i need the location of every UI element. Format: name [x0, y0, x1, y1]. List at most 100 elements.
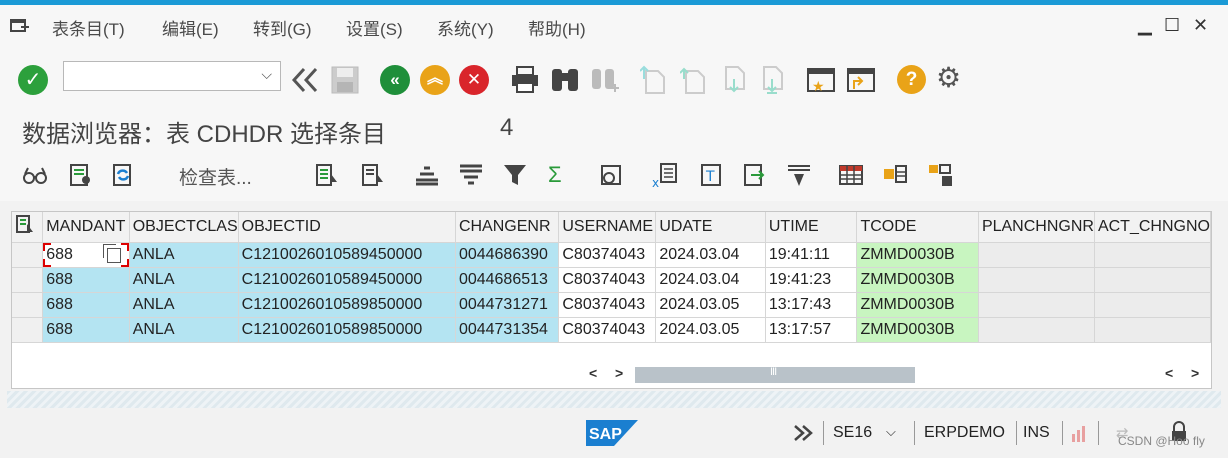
find-icon[interactable] [549, 65, 581, 95]
expand-status-icon[interactable] [792, 423, 814, 443]
print-icon[interactable] [509, 65, 541, 95]
splitter-bar[interactable] [7, 391, 1221, 408]
abc-analysis-icon[interactable] [786, 162, 812, 188]
command-field[interactable]: ⌵ [63, 61, 281, 91]
word-export-icon[interactable]: T [698, 162, 724, 188]
cell-objectid[interactable]: C1210026010589850000 [238, 292, 456, 318]
column-header-username[interactable]: USERNAME [558, 212, 657, 243]
glasses-icon[interactable] [22, 162, 48, 188]
cell-objectid[interactable]: C1210026010589850000 [238, 317, 456, 343]
sort-descending-icon[interactable] [458, 162, 484, 188]
print-preview-icon[interactable] [598, 162, 624, 188]
column-header-objectid[interactable]: OBJECTID [238, 212, 456, 243]
menu-help[interactable]: 帮助(H) [528, 15, 586, 40]
cell-planchngnr[interactable] [978, 292, 1095, 318]
cell-udate[interactable]: 2024.03.05 [655, 317, 766, 343]
scroll-left-button[interactable]: < [589, 365, 597, 381]
menu-system[interactable]: 系统(Y) [437, 15, 494, 40]
cell-mandant[interactable]: 688 [42, 317, 130, 343]
cell-tcode[interactable]: ZMMD0030B [856, 292, 979, 318]
cell-mandant[interactable]: 688 [42, 292, 130, 318]
help-icon[interactable]: ? [897, 65, 926, 94]
settings-icon[interactable]: ⚙ [936, 63, 961, 93]
cell-planchngnr[interactable] [978, 267, 1095, 293]
first-page-icon[interactable] [640, 65, 668, 95]
cell-udate[interactable]: 2024.03.04 [655, 267, 766, 293]
cell-utime[interactable]: 13:17:43 [765, 292, 858, 318]
create-session-icon[interactable]: ★ [806, 65, 836, 95]
cell-objectid[interactable]: C1210026010589450000 [238, 267, 456, 293]
cell-username[interactable]: C80374043 [558, 292, 657, 318]
find-next-icon[interactable] [589, 65, 621, 95]
cell-tcode[interactable]: ZMMD0030B [856, 242, 979, 268]
scroll-column-left-button[interactable]: < [1165, 365, 1173, 381]
back-double-icon[interactable] [290, 65, 322, 95]
cell-utime[interactable]: 19:41:11 [765, 242, 858, 268]
row-selector[interactable] [12, 317, 44, 343]
cell-mandant[interactable]: 688 [42, 242, 130, 268]
insert-mode[interactable]: INS [1023, 424, 1050, 442]
cell-tcode[interactable]: ZMMD0030B [856, 317, 979, 343]
scroll-column-right-button[interactable]: > [1191, 365, 1199, 381]
cell-utime[interactable]: 19:41:23 [765, 267, 858, 293]
cell-act-chngno[interactable] [1094, 292, 1212, 318]
table-row[interactable]: 688 ANLA C1210026010589450000 0044686513… [12, 267, 1212, 293]
check-table-button[interactable]: 检查表... [179, 163, 252, 190]
table-row[interactable]: 688 ANLA C1210026010589850000 0044731271… [12, 292, 1212, 318]
cell-username[interactable]: C80374043 [558, 242, 657, 268]
scroll-thumb[interactable]: III [635, 366, 915, 383]
menu-settings[interactable]: 设置(S) [346, 15, 403, 40]
column-header-utime[interactable]: UTIME [765, 212, 858, 243]
select-all-cell[interactable] [12, 212, 44, 243]
layout-menu-icon[interactable] [15, 214, 35, 234]
menu-goto[interactable]: 转到(G) [253, 15, 312, 40]
column-header-udate[interactable]: UDATE [655, 212, 766, 243]
cell-changenr[interactable]: 0044686513 [455, 267, 560, 293]
cell-objectclas[interactable]: ANLA [129, 292, 239, 318]
menu-edit[interactable]: 编辑(E) [162, 15, 219, 40]
layout-change-icon[interactable] [882, 162, 908, 188]
cell-act-chngno[interactable] [1094, 242, 1212, 268]
maximize-icon[interactable]: ☐ [1164, 15, 1180, 36]
cell-username[interactable]: C80374043 [558, 267, 657, 293]
cell-planchngnr[interactable] [978, 242, 1095, 268]
last-page-icon[interactable] [758, 65, 786, 95]
next-page-icon[interactable] [720, 65, 748, 95]
table-row[interactable]: 688 ANLA C1210026010589850000 0044731354… [12, 317, 1212, 343]
column-header-tcode[interactable]: TCODE [856, 212, 979, 243]
horizontal-scrollbar[interactable]: < > III < > [585, 365, 1211, 385]
prev-page-icon[interactable] [680, 65, 708, 95]
column-header-act-chngno[interactable]: ACT_CHNGNO [1094, 212, 1212, 243]
cell-utime[interactable]: 13:17:57 [765, 317, 858, 343]
shortcut-icon[interactable] [846, 65, 876, 95]
choose-icon[interactable] [360, 162, 386, 188]
menu-table-entry[interactable]: 表条目(T) [52, 15, 125, 40]
cell-act-chngno[interactable] [1094, 317, 1212, 343]
row-selector[interactable] [12, 242, 44, 268]
cell-tcode[interactable]: ZMMD0030B [856, 267, 979, 293]
exit-icon[interactable]: ︽ [420, 65, 450, 95]
cell-objectclas[interactable]: ANLA [129, 317, 239, 343]
cell-changenr[interactable]: 0044731354 [455, 317, 560, 343]
column-header-mandant[interactable]: MANDANT [42, 212, 130, 243]
menu-icon[interactable] [10, 18, 30, 34]
cancel-icon[interactable]: ✕ [459, 65, 489, 95]
cell-objectid[interactable]: C1210026010589450000 [238, 242, 456, 268]
command-input[interactable] [68, 63, 257, 91]
back-icon[interactable]: « [380, 65, 410, 95]
cell-objectclas[interactable]: ANLA [129, 242, 239, 268]
close-icon[interactable]: ✕ [1193, 15, 1208, 36]
row-selector[interactable] [12, 292, 44, 318]
details-icon[interactable] [314, 162, 340, 188]
chevron-down-icon[interactable]: ⌵ [886, 424, 896, 440]
save-icon[interactable] [330, 65, 360, 95]
column-header-planchngnr[interactable]: PLANCHNGNR [978, 212, 1095, 243]
column-header-objectclas[interactable]: OBJECTCLAS [129, 212, 239, 243]
transaction-code[interactable]: SE16 [833, 424, 872, 442]
copy-icon[interactable] [102, 243, 121, 263]
cell-udate[interactable]: 2024.03.05 [655, 292, 766, 318]
filter-icon[interactable] [502, 162, 528, 188]
send-icon[interactable] [742, 162, 768, 188]
scroll-right-button[interactable]: > [615, 365, 623, 381]
layout-save-icon[interactable] [928, 162, 954, 188]
